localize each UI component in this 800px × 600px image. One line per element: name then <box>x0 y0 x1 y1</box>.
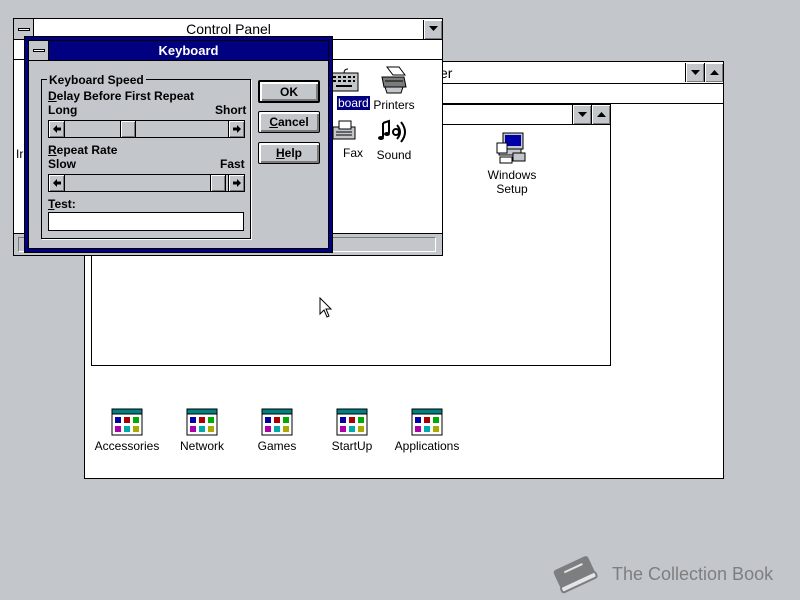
control-panel-minimize-button[interactable] <box>423 19 442 39</box>
cancel-rest: ancel <box>277 115 309 129</box>
group-icon <box>261 408 293 436</box>
rate-left-arrow[interactable] <box>49 175 65 191</box>
group-icon <box>336 408 368 436</box>
keyboard-speed-group-label: Keyboard Speed <box>47 73 146 87</box>
delay-slider[interactable] <box>48 120 245 138</box>
mouse-cursor-icon <box>319 297 333 318</box>
test-label: Test: <box>48 197 76 211</box>
group-startup-label: StartUp <box>331 439 373 453</box>
group-icon <box>186 408 218 436</box>
windows-setup-item[interactable]: Windows Setup <box>472 131 552 196</box>
watermark: The Collection Book <box>548 552 773 596</box>
control-panel-printers-label: Printers <box>373 98 415 112</box>
group-accessories-label: Accessories <box>94 439 160 453</box>
help-button[interactable]: Help <box>258 142 320 164</box>
watermark-text: The Collection Book <box>612 563 774 584</box>
system-menu-icon <box>17 27 30 31</box>
windows-setup-label-2: Setup <box>496 182 528 196</box>
delay-slider-thumb[interactable] <box>120 121 137 137</box>
control-panel-sound-item[interactable]: Sound <box>354 119 434 162</box>
test-input[interactable] <box>48 212 244 231</box>
control-panel-printers-item[interactable]: Printers <box>354 65 434 112</box>
group-applications-label: Applications <box>394 439 460 453</box>
main-group-minimize-button[interactable] <box>572 105 591 124</box>
keyboard-dialog-titlebar[interactable]: Keyboard <box>29 41 328 61</box>
windows-setup-label-1: Windows <box>487 168 537 182</box>
repeat-rate-slider[interactable] <box>48 174 245 192</box>
left-arrow-icon <box>52 179 61 187</box>
keyboard-dialog-title: Keyboard <box>158 43 219 58</box>
group-games[interactable]: Games <box>237 408 317 453</box>
minimize-button[interactable] <box>685 63 704 82</box>
cancel-button[interactable]: Cancel <box>258 111 320 133</box>
cancel-hotkey: C <box>269 115 278 129</box>
help-hotkey: H <box>275 146 285 160</box>
delay-label-rest: elay Before First Repeat <box>56 89 195 103</box>
group-startup[interactable]: StartUp <box>312 408 392 453</box>
right-arrow-icon <box>232 179 241 187</box>
down-arrow-icon <box>577 111 587 117</box>
printer-icon <box>381 66 407 94</box>
repeat-rate-label-rest: epeat Rate <box>56 143 118 157</box>
group-network-label: Network <box>179 439 224 453</box>
group-network[interactable]: Network <box>162 408 242 453</box>
delay-label-hotkey: D <box>48 89 57 103</box>
control-panel-title: Control Panel <box>186 21 271 37</box>
down-arrow-icon <box>690 69 700 75</box>
delay-left-arrow[interactable] <box>49 121 65 137</box>
sound-icon <box>378 119 406 143</box>
rate-right-arrow[interactable] <box>228 175 244 191</box>
down-arrow-icon <box>428 26 438 31</box>
keyboard-dialog-system-menu[interactable] <box>29 41 49 60</box>
maximize-button[interactable] <box>704 63 723 82</box>
group-games-label: Games <box>257 439 297 453</box>
group-accessories[interactable]: Accessories <box>87 408 167 453</box>
ok-button[interactable]: OK <box>258 80 320 103</box>
group-icon <box>411 408 443 436</box>
delay-label: Delay Before First Repeat <box>48 89 194 103</box>
repeat-rate-label-hotkey: R <box>48 143 57 157</box>
delay-max-label: Short <box>215 103 247 117</box>
delay-min-label: Long <box>48 103 78 117</box>
book-icon <box>553 556 598 594</box>
group-applications[interactable]: Applications <box>387 408 467 453</box>
system-menu-icon <box>32 49 45 52</box>
keyboard-dialog[interactable]: Keyboard Keyboard Speed Delay Before Fir… <box>24 36 333 253</box>
repeat-rate-slider-thumb[interactable] <box>210 175 226 191</box>
keyboard-dialog-inner: Keyboard Keyboard Speed Delay Before Fir… <box>28 40 329 249</box>
up-arrow-icon <box>596 111 606 117</box>
windows-setup-icon <box>496 132 526 164</box>
left-arrow-icon <box>52 125 61 133</box>
help-rest: elp <box>284 146 302 160</box>
control-panel-sound-label: Sound <box>376 148 412 162</box>
repeat-rate-label: Repeat Rate <box>48 143 117 157</box>
rate-max-label: Fast <box>220 157 245 171</box>
test-label-rest: est: <box>54 197 76 211</box>
group-icon <box>111 408 143 436</box>
right-arrow-icon <box>232 125 241 133</box>
up-arrow-icon <box>709 69 719 75</box>
delay-right-arrow[interactable] <box>228 121 244 137</box>
main-group-maximize-button[interactable] <box>591 105 610 124</box>
rate-min-label: Slow <box>48 157 77 171</box>
